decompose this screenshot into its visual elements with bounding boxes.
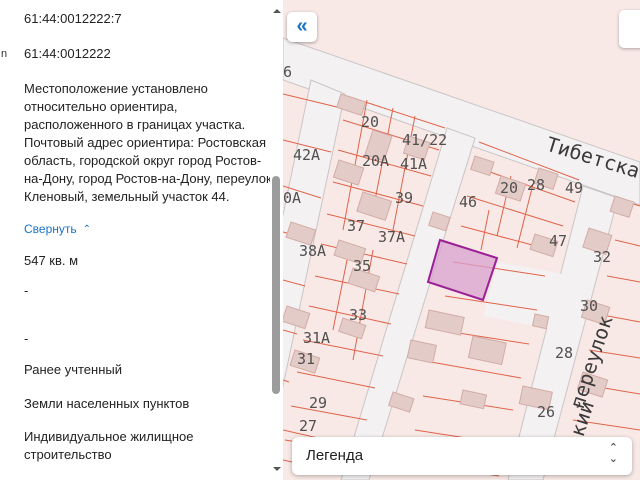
scroll-down-arrow-icon[interactable] — [273, 467, 281, 471]
parcel-label-31: 31 — [297, 350, 315, 368]
scrollbar-thumb[interactable] — [272, 176, 280, 394]
legend-label[interactable]: Легенда — [306, 447, 363, 464]
parcel-label-47: 47 — [549, 232, 567, 250]
parcel-label-32: 32 — [593, 248, 611, 266]
road-center-lane — [340, 127, 476, 480]
parcel-label-28: 28 — [527, 176, 545, 194]
legend-selector[interactable]: Легенда ⌃ ⌄ — [292, 437, 632, 475]
parcel-label-46: 46 — [459, 193, 477, 211]
cadastral-number: 61:44:0012222:7 — [24, 11, 122, 26]
parcel-label-39: 39 — [395, 189, 413, 207]
collapse-panel-button[interactable]: « — [287, 12, 317, 42]
parcel-label-41-22: 41/22 — [402, 131, 447, 149]
parcel-label-6: 6 — [283, 63, 292, 81]
parcel-label-33: 33 — [349, 306, 367, 324]
land-category: Земли населенных пунктов — [24, 396, 190, 411]
parcel-label-26: 26 — [537, 403, 555, 421]
parcel-area: 547 кв. м — [24, 253, 79, 268]
map-control-button[interactable] — [619, 10, 640, 48]
parcel-label-0a: 0А — [283, 189, 301, 207]
parcel-label-20a: 20А — [362, 152, 389, 170]
selected-parcel-44[interactable] — [426, 238, 499, 302]
parcel-status: Ранее учтенный — [24, 362, 122, 377]
parcel-label-28-south: 28 — [555, 344, 573, 362]
chevron-up-icon[interactable]: ⌃ — [83, 224, 91, 235]
parcel-label-31a: 31А — [303, 329, 330, 347]
cadastral-block-number: 61:44:0012222 — [24, 46, 111, 61]
parcel-label-38a: 38А — [299, 242, 326, 260]
parcel-label-29: 29 — [309, 394, 327, 412]
parcel-label-20-east: 20 — [500, 179, 518, 197]
collapse-link-label[interactable]: Свернуть — [24, 222, 77, 236]
double-chevron-left-icon[interactable]: « — [296, 15, 307, 37]
parcel-label-27: 27 — [299, 417, 317, 435]
collapse-link[interactable]: Свернуть ⌃ — [24, 222, 91, 236]
parcel-label-20: 20 — [361, 113, 379, 131]
parcel-label-42a: 42А — [293, 146, 320, 164]
road-clearing — [483, 262, 573, 330]
permitted-use: Индивидуальное жилищное строительство — [24, 429, 194, 462]
parcel-label-41a: 41А — [400, 155, 427, 173]
select-arrows-icon[interactable]: ⌃ ⌄ — [609, 443, 618, 465]
location-description: Местоположение установлено относительно … — [24, 81, 272, 204]
parcel-label-37a: 37А — [378, 228, 405, 246]
parcel-label-49: 49 — [565, 179, 583, 197]
cadastral-map[interactable]: Тибетска переулок кий 6 20 41/22 42А 20А… — [283, 0, 640, 480]
scroll-up-arrow-icon[interactable] — [273, 9, 281, 13]
empty-value-1: - — [24, 283, 29, 298]
empty-value-2: - — [24, 331, 29, 346]
info-panel: n 61:44:0012222:7 61:44:0012222 Местопол… — [0, 0, 283, 480]
scrollbar[interactable] — [270, 0, 283, 480]
parcel-label-35: 35 — [353, 257, 371, 275]
parcel-label-30: 30 — [580, 297, 598, 315]
parcel-label-37: 37 — [347, 217, 365, 235]
map-canvas[interactable]: Тибетска переулок кий 6 20 41/22 42А 20А… — [283, 0, 640, 480]
truncated-glyph: n — [1, 48, 8, 60]
